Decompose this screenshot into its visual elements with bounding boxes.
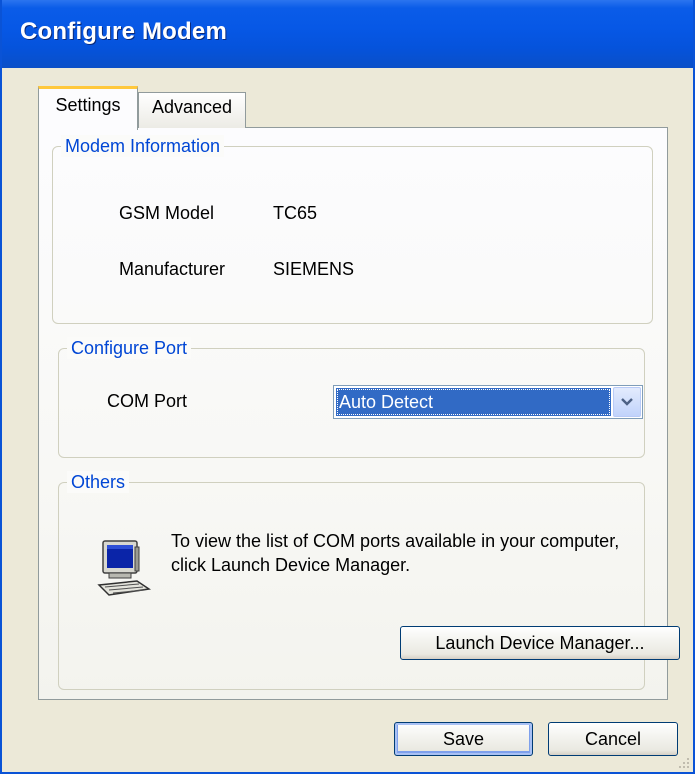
cancel-button[interactable]: Cancel [548,722,678,756]
save-button[interactable]: Save [394,722,533,756]
com-port-label: COM Port [107,391,188,411]
gsm-model-label: GSM Model [119,203,215,223]
com-port-selected-value: Auto Detect [336,388,611,416]
modem-information-group: Modem Information GSM Model TC65 Manufac… [52,135,653,324]
com-port-select[interactable]: Auto Detect [333,385,643,419]
window-title: Configure Modem [20,18,227,45]
launch-device-manager-button[interactable]: Launch Device Manager... [400,626,680,660]
tab-settings[interactable]: Settings [38,86,138,130]
configure-port-group: Configure Port COM Port Auto Detect [58,337,645,458]
others-group: Others To view the list of COM ports ava… [58,471,680,690]
computer-icon [97,540,152,596]
others-legend: Others [67,471,130,493]
chevron-down-icon [621,398,633,406]
settings-tab-panel: Modem Information GSM Model TC65 Manufac… [38,127,680,700]
configure-modem-dialog: Configure Modem Settings Advanced Modem … [0,0,695,774]
manufacturer-value: SIEMENS [273,259,355,279]
others-info-line1: To view the list of COM ports available … [171,531,620,551]
manufacturer-label: Manufacturer [119,259,226,279]
title-bar[interactable]: Configure Modem [2,0,693,68]
configure-port-legend: Configure Port [67,337,192,359]
others-info-line2: click Launch Device Manager. [171,555,411,575]
gsm-model-value: TC65 [273,203,318,223]
resize-grip-icon[interactable] [677,756,691,770]
tab-advanced[interactable]: Advanced [138,92,246,128]
com-port-dropdown-button[interactable] [613,387,641,417]
modem-information-legend: Modem Information [61,135,225,157]
